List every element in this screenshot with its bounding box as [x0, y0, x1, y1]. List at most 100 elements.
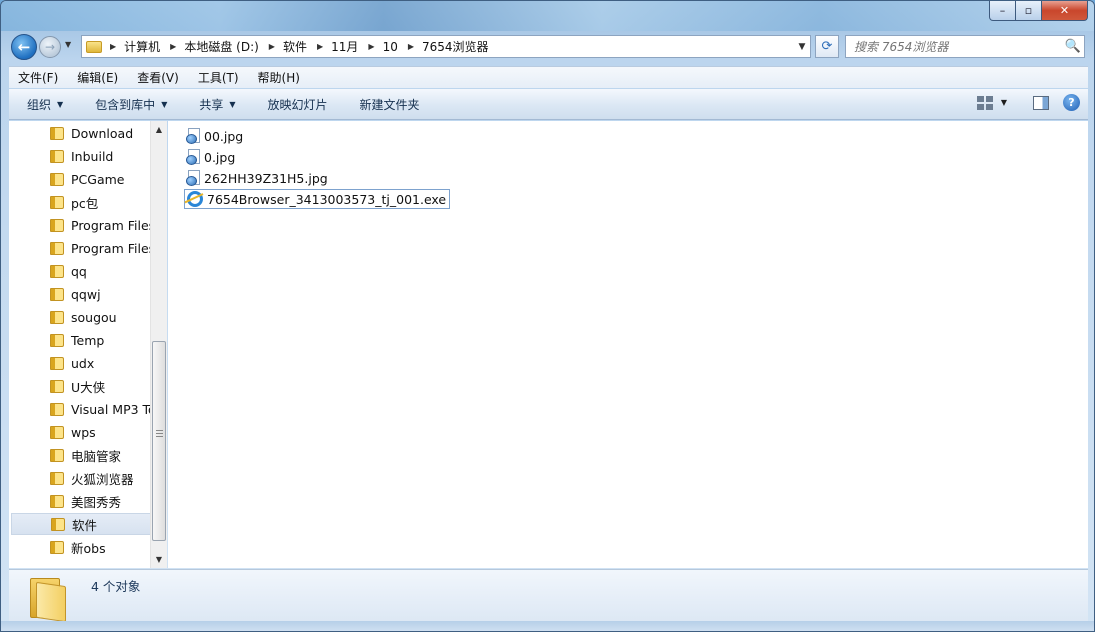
nav-item[interactable]: U大侠 [11, 375, 152, 397]
include-library-label: 包含到库中 [95, 97, 156, 112]
slideshow-label: 放映幻灯片 [267, 97, 328, 112]
help-icon[interactable]: ? [1063, 94, 1080, 111]
folder-icon [50, 310, 64, 324]
nav-item[interactable]: sougou [11, 306, 152, 328]
command-bar: 组织 ▼ 包含到库中 ▼ 共享 ▼ 放映幻灯片 新建文件夹 ▼ ? [9, 89, 1088, 120]
preview-pane-icon[interactable] [1033, 95, 1049, 110]
share-label: 共享 [199, 97, 224, 112]
chevron-right-icon[interactable]: ▶ [408, 42, 414, 51]
menu-tools[interactable]: 工具(T) [189, 69, 249, 86]
nav-item[interactable]: pc包 [11, 191, 152, 213]
folder-icon [50, 172, 64, 186]
chevron-down-icon: ▼ [229, 99, 236, 109]
menu-edit[interactable]: 编辑(E) [68, 69, 128, 86]
nav-item[interactable]: Program Files [11, 237, 152, 259]
folder-icon [50, 494, 64, 508]
change-view-button[interactable]: ▼ [976, 95, 1007, 110]
chevron-right-icon[interactable]: ▶ [368, 42, 374, 51]
search-icon[interactable]: 🔍 [1062, 39, 1084, 54]
folder-icon [50, 264, 64, 278]
file-item[interactable]: 00.jpg [186, 126, 243, 146]
breadcrumb-item[interactable]: 7654浏览器 [422, 38, 489, 55]
breadcrumb-item[interactable]: 软件 [283, 38, 307, 55]
details-pane: 4 个对象 [9, 569, 1088, 623]
folder-icon [30, 576, 70, 623]
nav-item[interactable]: Temp [11, 329, 152, 351]
nav-item[interactable]: Visual MP3 To [11, 398, 152, 420]
nav-item-label: wps [71, 424, 96, 440]
folder-icon [50, 149, 64, 163]
search-input[interactable] [854, 39, 1062, 54]
scrollbar-thumb[interactable] [152, 341, 166, 541]
organize-button[interactable]: 组织 ▼ [9, 96, 77, 113]
nav-pane-scrollbar[interactable]: ▲ ▼ [150, 121, 167, 568]
chevron-right-icon[interactable]: ▶ [317, 42, 323, 51]
minimize-button[interactable]: – [989, 1, 1016, 21]
chevron-down-icon: ▼ [161, 99, 168, 109]
breadcrumb-item[interactable]: 计算机 [124, 38, 160, 55]
folder-icon [50, 287, 64, 301]
address-dropdown-icon[interactable]: ▼ [794, 42, 810, 52]
breadcrumb-item[interactable]: 10 [383, 40, 398, 54]
recent-pages-dropdown-icon[interactable]: ▼ [65, 40, 71, 49]
nav-item[interactable]: 火狐浏览器 [11, 467, 152, 489]
menu-file[interactable]: 文件(F) [9, 69, 68, 86]
back-button[interactable]: ← [11, 34, 37, 60]
grip-icon [156, 430, 163, 437]
window-bottom-border [1, 621, 1094, 631]
explorer-window: – ▫ ✕ ← → ▼ ▶ 计算机 ▶ 本地磁盘 (D:) ▶ 软件 ▶ 11月… [0, 0, 1095, 632]
nav-item[interactable]: udx [11, 352, 152, 374]
nav-item[interactable]: 电脑管家 [11, 444, 152, 466]
new-folder-button[interactable]: 新建文件夹 [342, 96, 434, 113]
menu-bar: 文件(F) 编辑(E) 查看(V) 工具(T) 帮助(H) [9, 66, 1088, 88]
folder-icon [51, 517, 65, 531]
share-button[interactable]: 共享 ▼ [181, 96, 249, 113]
nav-item-label: PCGame [71, 171, 125, 187]
breadcrumb-item[interactable]: 本地磁盘 (D:) [184, 38, 258, 55]
chevron-down-icon: ▼ [1000, 98, 1007, 107]
breadcrumb-item[interactable]: 11月 [331, 38, 358, 55]
close-button[interactable]: ✕ [1042, 1, 1088, 21]
folder-icon [50, 448, 64, 462]
item-count: 4 个对象 [91, 579, 141, 594]
nav-item[interactable]: Inbuild [11, 145, 152, 167]
nav-item-label: qq [71, 263, 87, 279]
refresh-button[interactable]: ⟳ [815, 35, 839, 58]
folder-icon [50, 218, 64, 232]
chevron-right-icon[interactable]: ▶ [269, 42, 275, 51]
maximize-button[interactable]: ▫ [1016, 1, 1042, 21]
folder-icon [50, 195, 64, 209]
window-controls: – ▫ ✕ [989, 1, 1088, 21]
nav-item[interactable]: Download [11, 122, 152, 144]
folder-icon [50, 402, 64, 416]
include-in-library-button[interactable]: 包含到库中 ▼ [77, 96, 181, 113]
nav-item[interactable]: Program Files [11, 214, 152, 236]
title-bar[interactable] [1, 1, 1094, 31]
forward-button[interactable]: → [39, 36, 61, 58]
folder-icon [50, 241, 64, 255]
file-item-selected[interactable]: 7654Browser_3413003573_tj_001.exe [184, 189, 451, 209]
nav-item-selected[interactable]: 软件 [11, 513, 152, 535]
nav-item[interactable]: wps [11, 421, 152, 443]
nav-item[interactable]: qqwj [11, 283, 152, 305]
folder-icon [50, 379, 64, 393]
folder-icon [50, 333, 64, 347]
nav-item[interactable]: qq [11, 260, 152, 282]
file-item[interactable]: 262HH39Z31H5.jpg [186, 168, 328, 188]
menu-view[interactable]: 查看(V) [128, 69, 189, 86]
nav-item[interactable]: 新obs [11, 536, 152, 558]
scroll-down-icon[interactable]: ▼ [151, 551, 167, 568]
slideshow-button[interactable]: 放映幻灯片 [250, 96, 342, 113]
nav-item[interactable]: PCGame [11, 168, 152, 190]
chevron-down-icon: ▼ [57, 99, 64, 109]
nav-item[interactable]: 美图秀秀 [11, 490, 152, 512]
nav-item-label: Download [71, 125, 134, 141]
chevron-right-icon[interactable]: ▶ [170, 42, 176, 51]
chevron-right-icon[interactable]: ▶ [110, 42, 116, 51]
file-name: 7654Browser_3413003573_tj_001.exe [207, 191, 447, 207]
menu-help[interactable]: 帮助(H) [249, 69, 310, 86]
file-item[interactable]: 0.jpg [186, 147, 235, 167]
address-bar[interactable]: ▶ 计算机 ▶ 本地磁盘 (D:) ▶ 软件 ▶ 11月 ▶ 10 ▶ 7654… [81, 35, 811, 58]
nav-item-label: udx [71, 355, 95, 371]
scroll-up-icon[interactable]: ▲ [151, 121, 167, 138]
